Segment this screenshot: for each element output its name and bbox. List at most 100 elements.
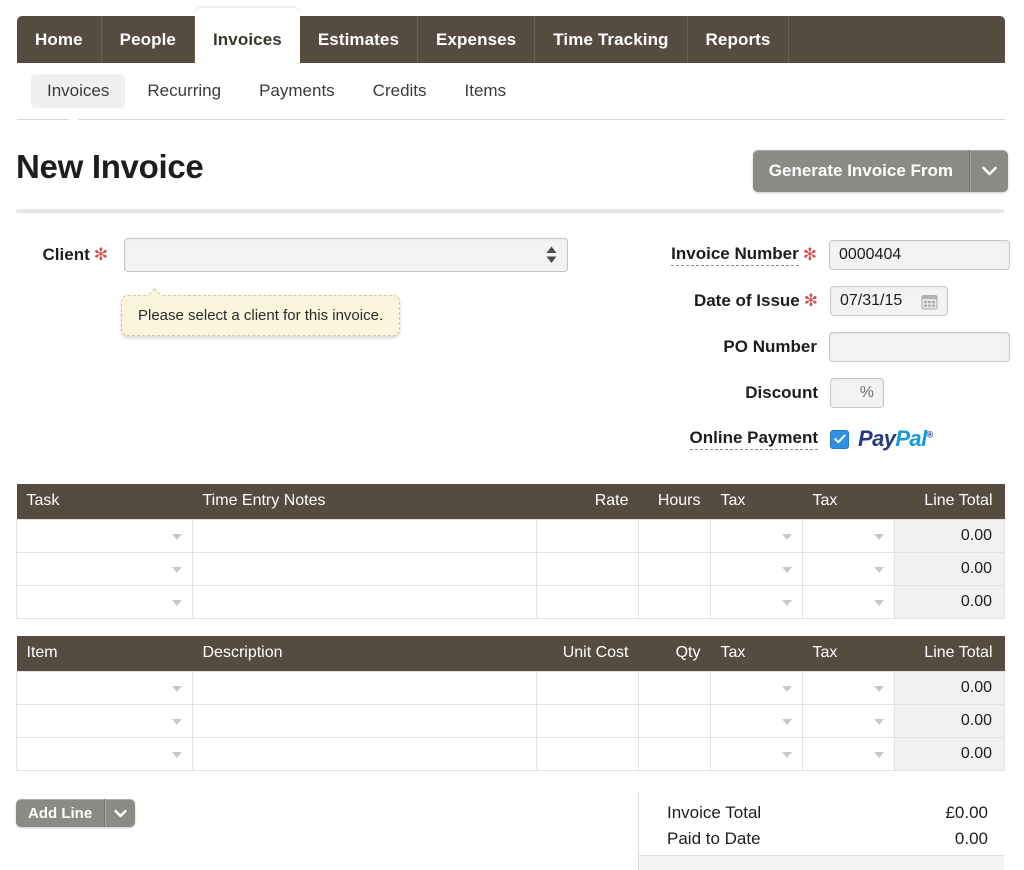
item-tax1-cell[interactable] xyxy=(711,737,803,770)
item-qty-cell[interactable] xyxy=(639,671,711,704)
task-hours-cell[interactable] xyxy=(639,552,711,585)
invoice-totals-panel: Invoice Total £0.00 Paid to Date 0.00 xyxy=(638,792,1004,858)
invoice-number-label: Invoice Number✻ xyxy=(640,244,817,266)
item-select-cell[interactable] xyxy=(17,671,193,704)
item-tax2-cell[interactable] xyxy=(803,704,895,737)
task-notes-cell[interactable] xyxy=(193,519,537,552)
item-description-cell[interactable] xyxy=(193,737,537,770)
task-hours-cell[interactable] xyxy=(639,585,711,618)
task-select-cell[interactable] xyxy=(17,585,193,618)
item-description-cell[interactable] xyxy=(193,671,537,704)
item-qty-cell[interactable] xyxy=(639,737,711,770)
date-of-issue-value: 07/31/15 xyxy=(840,292,902,310)
task-select-cell[interactable] xyxy=(17,552,193,585)
item-tax1-cell[interactable] xyxy=(711,704,803,737)
task-tax1-cell[interactable] xyxy=(711,585,803,618)
nav-item-time-tracking[interactable]: Time Tracking xyxy=(535,16,687,63)
invoice-meta-form-section: Invoice Number✻ 0000404 Date of Issue✻ 0… xyxy=(640,240,1010,470)
items-header-qty: Qty xyxy=(639,636,711,671)
nav-item-label: Expenses xyxy=(436,30,516,50)
nav-item-estimates[interactable]: Estimates xyxy=(300,16,418,63)
date-of-issue-label: Date of Issue✻ xyxy=(640,291,818,311)
nav-item-label: Time Tracking xyxy=(553,30,668,50)
nav-item-invoices[interactable]: Invoices xyxy=(195,8,300,63)
nav-item-home[interactable]: Home xyxy=(17,16,102,63)
nav-item-expenses[interactable]: Expenses xyxy=(418,16,535,63)
paid-to-date-value: 0.00 xyxy=(955,829,988,849)
tasks-header-tax2: Tax xyxy=(803,484,895,519)
subnav-item-recurring[interactable]: Recurring xyxy=(131,74,237,108)
discount-input[interactable]: % xyxy=(830,378,884,408)
paypal-option[interactable]: PayPal® xyxy=(830,424,933,454)
po-number-label-text: PO Number xyxy=(723,337,817,357)
item-description-cell[interactable] xyxy=(193,704,537,737)
tasks-header-notes: Time Entry Notes xyxy=(193,484,537,519)
po-number-label: PO Number xyxy=(640,337,817,357)
item-tax2-cell[interactable] xyxy=(803,671,895,704)
item-tax1-cell[interactable] xyxy=(711,671,803,704)
client-label: Client✻ xyxy=(16,245,108,265)
item-select-cell[interactable] xyxy=(17,737,193,770)
item-line-total-cell: 0.00 xyxy=(895,704,1005,737)
subnav-item-items[interactable]: Items xyxy=(449,74,523,108)
add-line-button[interactable]: Add Line xyxy=(16,799,135,827)
subnav-item-label: Invoices xyxy=(47,81,109,100)
task-tax2-cell[interactable] xyxy=(803,519,895,552)
item-unit-cost-cell[interactable] xyxy=(537,704,639,737)
item-unit-cost-cell[interactable] xyxy=(537,671,639,704)
nav-item-people[interactable]: People xyxy=(102,16,195,63)
invoice-total-value: £0.00 xyxy=(945,803,988,823)
item-unit-cost-cell[interactable] xyxy=(537,737,639,770)
paypal-logo-part1: Pay xyxy=(858,426,895,451)
item-select-cell[interactable] xyxy=(17,704,193,737)
subnav-item-label: Recurring xyxy=(147,81,221,100)
item-line-total-cell: 0.00 xyxy=(895,671,1005,704)
task-tax2-cell[interactable] xyxy=(803,585,895,618)
invoice-totals-footer-strip xyxy=(638,855,1004,870)
discount-suffix: % xyxy=(860,384,874,402)
date-of-issue-input[interactable]: 07/31/15 xyxy=(830,286,948,316)
invoice-page: Home People Invoices Estimates Expenses … xyxy=(0,0,1024,870)
chevron-down-icon[interactable] xyxy=(969,150,1008,192)
nav-item-label: Reports xyxy=(706,30,771,50)
items-header-line-total: Line Total xyxy=(895,636,1005,671)
table-row: 0.00 xyxy=(17,585,1005,618)
generate-invoice-from-button[interactable]: Generate Invoice From xyxy=(753,150,1008,192)
invoice-number-label-text: Invoice Number xyxy=(671,244,799,266)
task-select-cell[interactable] xyxy=(17,519,193,552)
client-select[interactable] xyxy=(124,238,568,272)
task-rate-cell[interactable] xyxy=(537,519,639,552)
tooltip-arrow-icon xyxy=(146,287,162,296)
item-tax2-cell[interactable] xyxy=(803,737,895,770)
subnav-active-pointer-icon xyxy=(60,113,88,127)
task-tax2-cell[interactable] xyxy=(803,552,895,585)
task-rate-cell[interactable] xyxy=(537,552,639,585)
task-tax1-cell[interactable] xyxy=(711,552,803,585)
po-number-input[interactable] xyxy=(829,332,1010,362)
invoice-number-row: Invoice Number✻ 0000404 xyxy=(640,240,1010,270)
item-qty-cell[interactable] xyxy=(639,704,711,737)
subnav-item-payments[interactable]: Payments xyxy=(243,74,351,108)
client-field-row: Client✻ xyxy=(16,238,576,272)
task-notes-cell[interactable] xyxy=(193,552,537,585)
paypal-checkbox[interactable] xyxy=(830,430,849,449)
tasks-header-line-total: Line Total xyxy=(895,484,1005,519)
table-row: 0.00 xyxy=(17,671,1005,704)
task-hours-cell[interactable] xyxy=(639,519,711,552)
nav-item-label: Home xyxy=(35,30,83,50)
nav-item-reports[interactable]: Reports xyxy=(688,16,790,63)
generate-invoice-from-label: Generate Invoice From xyxy=(753,150,969,192)
task-rate-cell[interactable] xyxy=(537,585,639,618)
subnav-item-credits[interactable]: Credits xyxy=(357,74,443,108)
po-number-row: PO Number xyxy=(640,332,1010,362)
invoice-number-input[interactable]: 0000404 xyxy=(829,240,1010,270)
chevron-down-icon[interactable] xyxy=(104,799,135,827)
task-tax1-cell[interactable] xyxy=(711,519,803,552)
date-of-issue-label-text: Date of Issue xyxy=(694,291,800,311)
table-row: 0.00 xyxy=(17,552,1005,585)
subnav-item-invoices[interactable]: Invoices xyxy=(31,74,125,108)
discount-label-text: Discount xyxy=(745,383,818,403)
task-notes-cell[interactable] xyxy=(193,585,537,618)
tasks-table-header-row: Task Time Entry Notes Rate Hours Tax Tax… xyxy=(17,484,1005,519)
calendar-icon[interactable] xyxy=(921,293,938,310)
